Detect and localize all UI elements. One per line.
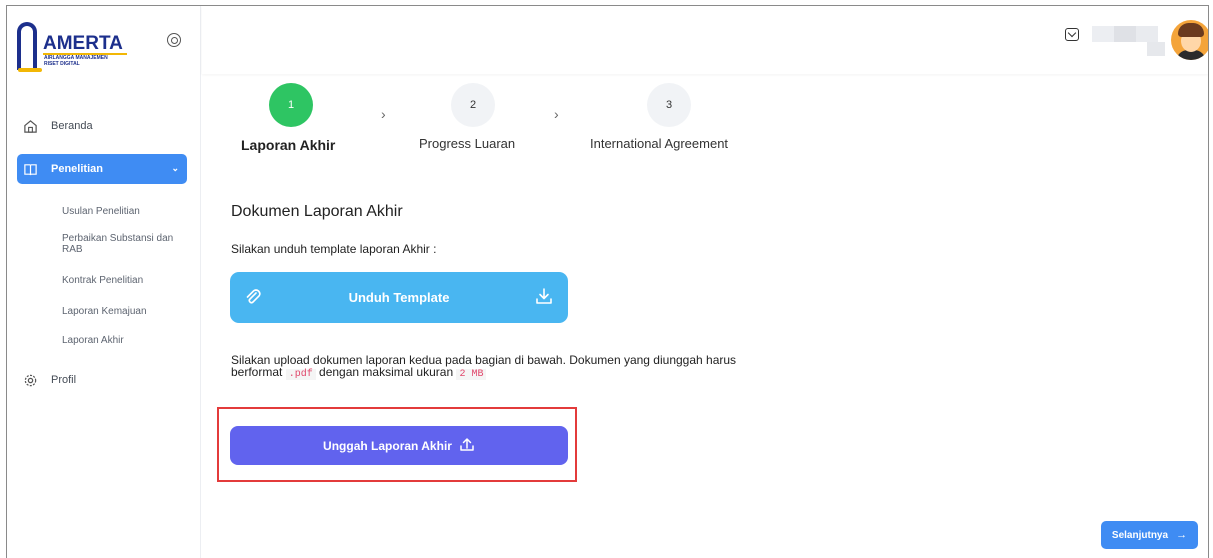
- sidebar-item-label: Beranda: [51, 120, 93, 132]
- chevron-down-icon: ⌄: [171, 163, 179, 173]
- gear-icon: [22, 372, 38, 388]
- chevron-right-icon: ›: [554, 106, 559, 122]
- upload-instruction: Silakan upload dokumen laporan kedua pad…: [231, 354, 751, 381]
- template-instruction: Silakan unduh template laporan Akhir :: [231, 242, 437, 256]
- step-2-circle[interactable]: 2: [451, 83, 495, 127]
- download-template-label: Unduh Template: [348, 290, 450, 305]
- sidebar: AMERTA AIRLANGGA MANAJEMEN RISET DIGITAL…: [7, 6, 201, 558]
- logo-subtitle: AIRLANGGA MANAJEMEN RISET DIGITAL: [44, 55, 124, 67]
- app-window: AMERTA AIRLANGGA MANAJEMEN RISET DIGITAL…: [6, 5, 1209, 558]
- upload-report-label: Unggah Laporan Akhir: [323, 438, 452, 453]
- logo-arch-shape: [17, 22, 37, 70]
- logo-subtitle-line2: RISET DIGITAL: [44, 61, 80, 67]
- blurred-username: [1114, 26, 1136, 42]
- book-icon: [22, 161, 38, 177]
- next-button[interactable]: Selanjutnya →: [1101, 521, 1198, 549]
- sidebar-item-beranda[interactable]: Beranda: [17, 111, 187, 141]
- sidebar-item-label: Profil: [51, 374, 77, 386]
- sidebar-subitem-laporan-kemajuan[interactable]: Laporan Kemajuan: [62, 306, 187, 317]
- sidebar-subitem-perbaikan-substansi[interactable]: Perbaikan Substansi dan RAB: [62, 233, 187, 255]
- sidebar-subitem-laporan-akhir[interactable]: Laporan Akhir: [62, 335, 187, 346]
- mail-icon[interactable]: [1065, 28, 1079, 41]
- sidebar-item-profil[interactable]: Profil: [17, 365, 187, 395]
- sidebar-subitem-kontrak-penelitian[interactable]: Kontrak Penelitian: [62, 275, 187, 286]
- download-icon: [534, 286, 554, 309]
- step-2-label[interactable]: Progress Luaran: [419, 136, 515, 151]
- step-1-label[interactable]: Laporan Akhir: [241, 137, 335, 153]
- arrow-right-icon: →: [1176, 529, 1188, 541]
- download-template-button[interactable]: Unduh Template: [230, 272, 568, 323]
- avatar-hair: [1178, 23, 1204, 37]
- home-icon: [22, 118, 38, 134]
- sidebar-subitem-usulan-penelitian[interactable]: Usulan Penelitian: [62, 206, 187, 217]
- sidebar-toggle-icon[interactable]: [167, 33, 181, 47]
- top-bar: [202, 6, 1208, 74]
- sidebar-item-label: Penelitian: [51, 163, 103, 175]
- blurred-username: [1147, 42, 1165, 56]
- paperclip-icon: [244, 288, 262, 309]
- next-button-label: Selanjutnya: [1111, 529, 1169, 541]
- logo-text: AMERTA: [43, 33, 123, 54]
- upload-report-button[interactable]: Unggah Laporan Akhir: [230, 426, 568, 465]
- step-3-label[interactable]: International Agreement: [590, 136, 728, 151]
- amerta-logo[interactable]: AMERTA AIRLANGGA MANAJEMEN RISET DIGITAL: [17, 20, 147, 76]
- step-3-circle[interactable]: 3: [647, 83, 691, 127]
- logo-arch-base: [18, 68, 42, 72]
- max-size-badge: 2 MB: [456, 369, 487, 380]
- upload-note-text: dengan maksimal ukuran: [315, 365, 457, 379]
- file-format-badge: .pdf: [285, 369, 316, 380]
- avatar[interactable]: [1171, 20, 1208, 60]
- section-title: Dokumen Laporan Akhir: [231, 203, 403, 220]
- upload-icon: [459, 436, 475, 455]
- step-1-circle[interactable]: 1: [269, 83, 313, 127]
- sidebar-item-penelitian[interactable]: Penelitian ⌄: [17, 154, 187, 184]
- blurred-username: [1136, 26, 1158, 42]
- chevron-right-icon: ›: [381, 106, 386, 122]
- blurred-username: [1092, 26, 1114, 42]
